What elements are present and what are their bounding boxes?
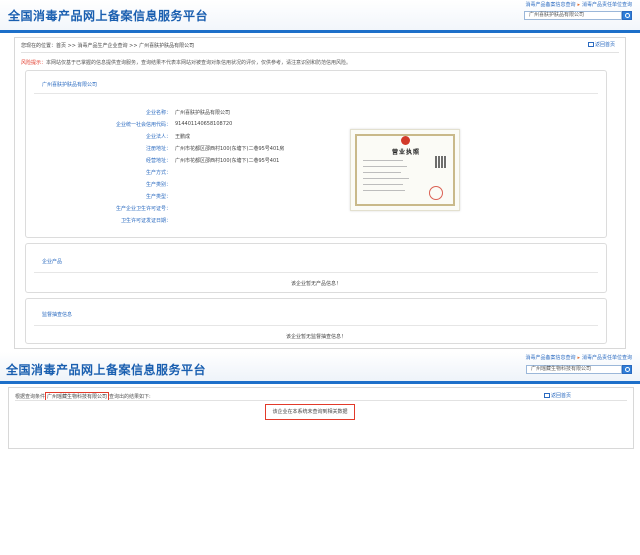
info-row-prod-type: 生产类型： xyxy=(145,194,171,200)
search-icon[interactable] xyxy=(622,365,632,374)
top-links: 消毒产品备案信息查询 ▸ 消毒产品责任单位查询 xyxy=(525,2,632,8)
nav-bar xyxy=(0,30,640,33)
inspection-card: 监督抽查信息 该企业暂无监督抽查信息！ xyxy=(25,298,607,344)
search-input[interactable]: 广州喜肤护肤品有限公司 xyxy=(524,11,622,20)
site-title: 全国消毒产品网上备案信息服务平台 xyxy=(6,363,207,377)
info-row-name: 企业名称： 广州喜肤护肤品有限公司 xyxy=(145,110,231,116)
divider xyxy=(34,272,598,273)
info-row-prod-category: 生产类别： xyxy=(145,182,171,188)
breadcrumb: 您现在的位置：首页 >> 消毒产品生产企业查询 >> 广州喜肤护肤品有限公司 xyxy=(21,43,195,49)
info-row-reg-address: 注册地址： 广州市花都区邵西村100(东塘下)二巷95号401房 xyxy=(145,146,285,152)
link-product-query[interactable]: 消毒产品备案信息查询 xyxy=(525,355,575,361)
info-row-license-no: 生产企业卫生许可证号： xyxy=(115,206,171,212)
search-icon[interactable] xyxy=(622,11,632,20)
link-unit-query[interactable]: 消毒产品责任单位查询 xyxy=(582,355,632,361)
home-icon xyxy=(587,42,594,47)
info-row-prod-mode: 生产方式： xyxy=(145,170,171,176)
search-input[interactable]: 广州瑶藏生物科技有限公司 xyxy=(526,365,622,374)
site-title: 全国消毒产品网上备案信息服务平台 xyxy=(8,9,209,23)
qr-code-icon xyxy=(435,156,447,168)
company-info-card: 广州喜肤护肤品有限公司 企业名称： 广州喜肤护肤品有限公司 企业统一社会信用代码：… xyxy=(25,70,607,238)
card-title: 广州喜肤护肤品有限公司 xyxy=(42,82,98,88)
back-home-link[interactable]: 返回首页 xyxy=(543,392,571,399)
business-license-image[interactable]: 营业执照 xyxy=(350,129,460,211)
header-2: 全国消毒产品网上备案信息服务平台 消毒产品备案信息查询 ▸ 消毒产品责任单位查询 广… xyxy=(0,352,640,381)
divider xyxy=(21,52,619,53)
info-row-license-date: 卫生许可证发证日期： xyxy=(120,218,171,224)
products-card: 企业产品 该企业暂无产品信息！ xyxy=(25,243,607,293)
header: 全国消毒产品网上备案信息服务平台 消毒产品备案信息查询 ▸ 消毒产品责任单位查询 广… xyxy=(0,0,640,30)
no-data-message: 该企业在本系统未查询到相关数据 xyxy=(265,404,355,420)
nav-bar xyxy=(0,381,640,384)
back-home-link[interactable]: 返回首页 xyxy=(587,41,615,48)
home-icon xyxy=(543,393,550,398)
link-product-query[interactable]: 消毒产品备案信息查询 xyxy=(525,2,575,8)
risk-notice: 风险提示：本网站仅基于已掌握的信息提供查询服务，查询结果不代表本网站对被查询对象… xyxy=(21,60,352,66)
divider xyxy=(34,93,598,94)
seal-icon xyxy=(429,186,443,200)
empty-message: 该企业暂无产品信息！ xyxy=(290,281,341,287)
empty-message: 该企业暂无监督抽查信息！ xyxy=(285,334,346,340)
emblem-icon xyxy=(401,136,410,145)
license-title: 营业执照 xyxy=(391,149,420,156)
search-result-panel: 根据查询条件 广州瑶藏生物科技有限公司 查询出的结果如下: 返回首页 该企业在本系统… xyxy=(8,387,634,449)
info-row-biz-address: 经营地址： 广州市花都区邵西村100(东塘下)二巷95号401 xyxy=(145,158,280,164)
card-title: 监督抽查信息 xyxy=(42,312,73,318)
info-row-legal-person: 企业法人： 王鹏成 xyxy=(145,134,191,140)
top-links: 消毒产品备案信息查询 ▸ 消毒产品责任单位查询 xyxy=(525,355,632,361)
info-row-credit-code: 企业统一社会信用代码： 914401140658108720 xyxy=(115,121,233,128)
divider xyxy=(15,400,627,401)
card-title: 企业产品 xyxy=(42,259,63,265)
divider xyxy=(34,325,598,326)
link-unit-query[interactable]: 消毒产品责任单位查询 xyxy=(582,2,632,8)
company-detail-panel: 您现在的位置：首页 >> 消毒产品生产企业查询 >> 广州喜肤护肤品有限公司 返… xyxy=(14,37,626,349)
